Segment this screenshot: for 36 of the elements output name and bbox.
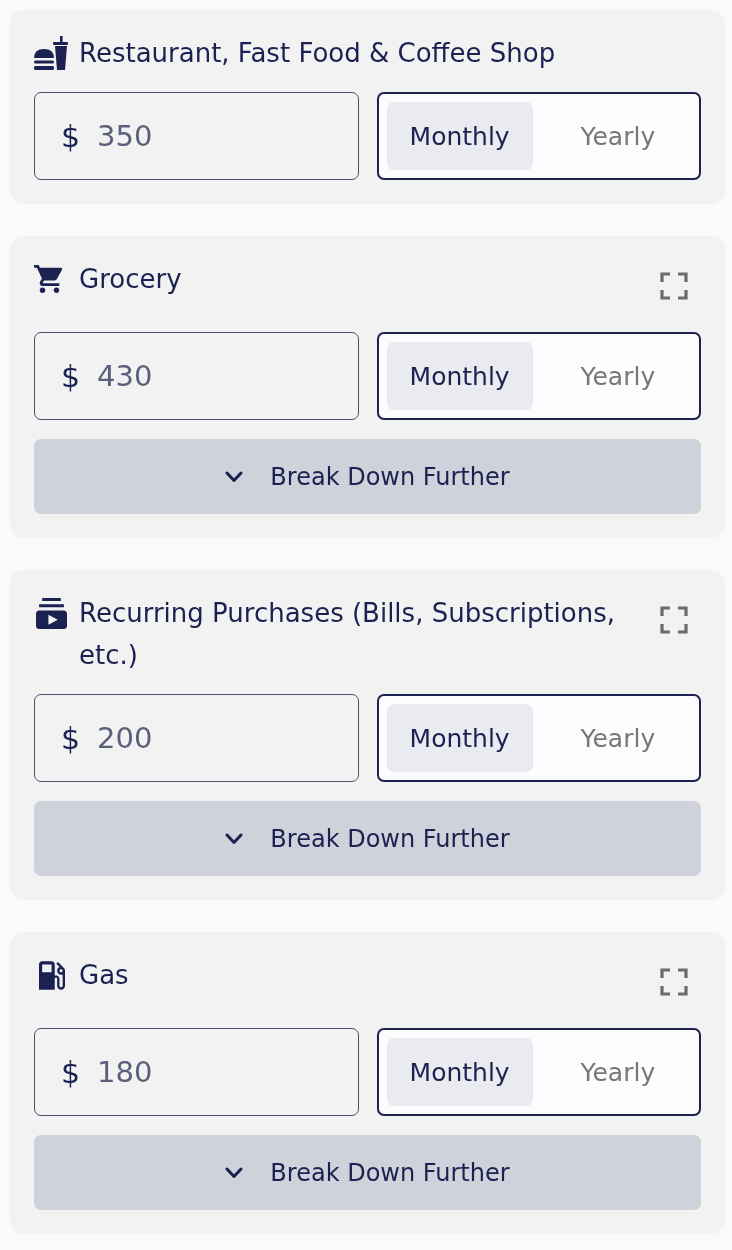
fuel-pump-icon — [39, 960, 65, 990]
period-option[interactable]: Yearly — [544, 704, 691, 772]
amount-field[interactable]: $ 200 — [34, 694, 359, 782]
chevron-down-icon — [225, 470, 244, 483]
currency-symbol: $ — [61, 358, 81, 394]
breakdown-button[interactable]: Break Down Further — [34, 439, 701, 514]
shopping-cart-icon — [34, 265, 65, 293]
burger-and-drink-icon — [34, 36, 68, 70]
period-option[interactable]: Monthly — [386, 704, 533, 772]
period-option[interactable]: Monthly — [386, 102, 533, 170]
chevron-down-icon — [225, 1166, 244, 1179]
currency-symbol: $ — [61, 1054, 81, 1090]
breakdown-button[interactable]: Break Down Further — [34, 801, 701, 876]
expand-icon — [660, 272, 688, 300]
category-title: Gas — [79, 959, 130, 992]
period-option[interactable]: Yearly — [544, 1038, 691, 1106]
expand-button[interactable] — [660, 968, 688, 996]
period-option[interactable]: Yearly — [544, 102, 691, 170]
expand-icon — [660, 968, 688, 996]
currency-symbol: $ — [61, 118, 81, 154]
category-title: Restaurant, Fast Food & Coffee Shop — [79, 37, 557, 70]
period-option[interactable]: Yearly — [544, 342, 691, 410]
expand-icon — [660, 606, 688, 634]
expand-button[interactable] — [660, 272, 688, 300]
amount-field[interactable]: $ 430 — [34, 332, 359, 420]
play-stack-icon — [36, 597, 67, 629]
currency-symbol: $ — [61, 720, 81, 756]
category-title: Grocery — [79, 263, 183, 296]
breakdown-button[interactable]: Break Down Further — [34, 1135, 701, 1210]
amount-field[interactable]: $ 180 — [34, 1028, 359, 1116]
amount-field[interactable]: $ 350 — [34, 92, 359, 180]
period-option[interactable]: Monthly — [386, 342, 533, 410]
period-option[interactable]: Monthly — [386, 1038, 533, 1106]
chevron-down-icon — [225, 832, 244, 845]
category-title: Recurring Purchases (Bills, Subscriptions, etc.) — [79, 597, 617, 672]
expand-button[interactable] — [660, 606, 688, 634]
